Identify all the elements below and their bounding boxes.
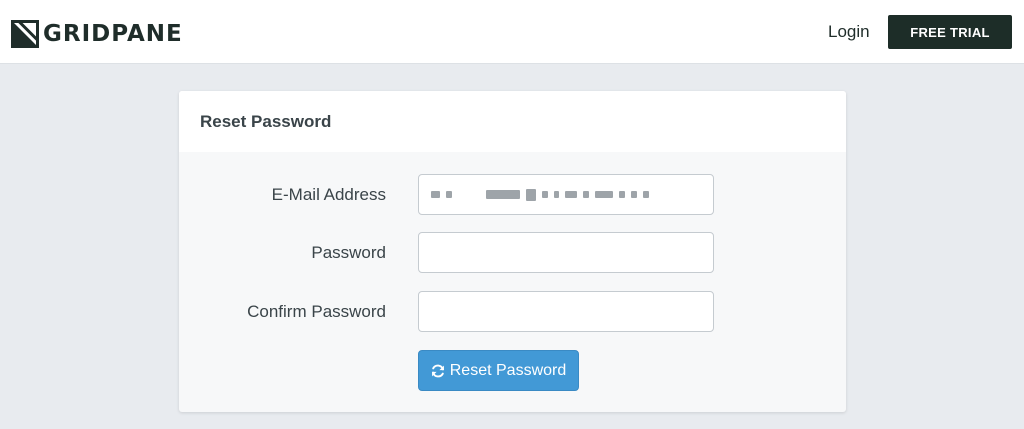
masked-text: [431, 191, 440, 198]
free-trial-button[interactable]: FREE TRIAL: [888, 15, 1012, 49]
masked-text: [554, 191, 559, 198]
masked-text: [565, 191, 577, 198]
reset-password-button[interactable]: Reset Password: [418, 350, 579, 391]
refresh-icon: [431, 364, 444, 377]
masked-text: [619, 191, 625, 198]
brand-name: GRIDPANE: [43, 21, 183, 47]
top-navbar: GRIDPANE Login FREE TRIAL: [0, 0, 1024, 64]
masked-text: [526, 188, 536, 201]
password-label: Password: [311, 243, 386, 262]
reset-password-card: Reset Password E-Mail Address Password C…: [179, 91, 846, 412]
brand-logo[interactable]: GRIDPANE: [11, 20, 183, 48]
confirm-password-label: Confirm Password: [247, 302, 386, 321]
masked-text: [595, 191, 613, 198]
masked-text: [583, 191, 589, 198]
reset-password-button-label: Reset Password: [449, 361, 567, 379]
masked-text: [446, 191, 452, 198]
masked-text: [643, 191, 649, 198]
masked-text: [542, 191, 548, 198]
masked-text: [631, 191, 637, 198]
confirm-password-field[interactable]: [418, 291, 714, 332]
card-title: Reset Password: [200, 112, 332, 131]
email-field[interactable]: [418, 174, 714, 215]
gridpane-logo-icon: [11, 20, 39, 48]
masked-text: [486, 190, 520, 199]
card-header: Reset Password: [179, 91, 846, 152]
password-field[interactable]: [418, 232, 714, 273]
login-link[interactable]: Login: [828, 22, 870, 42]
email-label: E-Mail Address: [271, 185, 386, 204]
